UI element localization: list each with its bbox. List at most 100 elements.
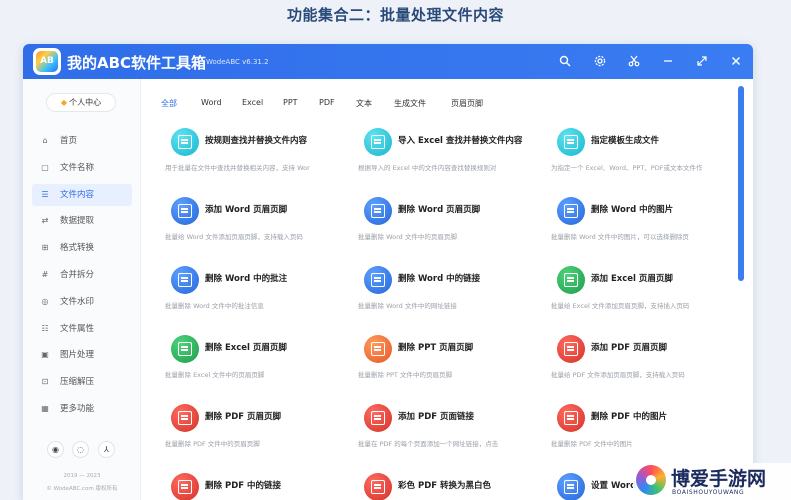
sidebar-item[interactable]: ☰ 文件内容: [32, 183, 132, 206]
more-icon: ▦: [41, 404, 49, 413]
feature-icon: [364, 404, 392, 432]
personal-center-label: 个人中心: [69, 98, 102, 107]
tab[interactable]: 生成文件: [394, 98, 426, 109]
sidebar-item[interactable]: ▣ 图片处理: [32, 344, 132, 366]
feature-card[interactable]: 删除 PDF 中的链接: [165, 470, 345, 500]
feature-title: 添加 PDF 页眉页脚: [591, 343, 668, 353]
pin-icon[interactable]: [661, 55, 675, 69]
scrollbar-thumb[interactable]: [738, 86, 744, 281]
feature-card[interactable]: 删除 Word 中的图片 批量删除 Word 文件中的图片，可以选择删除页: [551, 194, 731, 244]
feature-description: 根据导入的 Excel 中的文件内容查找替换规则对: [358, 164, 497, 172]
tab[interactable]: PPT: [283, 98, 298, 107]
feature-description: 批量删除 Word 文件中的网址链接: [358, 302, 457, 310]
resize-icon[interactable]: [695, 55, 709, 69]
sidebar-item-label: 图片处理: [60, 350, 95, 361]
tab[interactable]: Word: [201, 98, 222, 107]
sidebar-item-label: 压缩解压: [60, 377, 95, 388]
feature-card[interactable]: 删除 PPT 页眉页脚 批量删除 PPT 文件中的页眉页脚: [358, 332, 538, 382]
sidebar-item[interactable]: # 合并拆分: [32, 264, 132, 286]
document-glyph: [178, 411, 192, 425]
feature-icon: [557, 473, 585, 500]
sidebar-item[interactable]: ▢ 文件名称: [32, 157, 132, 179]
feature-icon: [171, 266, 199, 294]
tab[interactable]: PDF: [319, 98, 335, 107]
watermark-icon: ◎: [41, 296, 49, 306]
feature-description: 用于批量在文件中查找并替换相关内容，支持 Wor: [165, 164, 310, 172]
feature-card[interactable]: 添加 Word 页眉页脚 批量给 Word 文件添加页眉页脚，支持载入页码: [165, 194, 345, 244]
feature-card[interactable]: 删除 PDF 页眉页脚 批量删除 PDF 文件中的页眉页脚: [165, 401, 345, 451]
document-glyph: [371, 204, 385, 218]
app-logo-mark: AB: [36, 51, 58, 72]
document-glyph: [564, 135, 578, 149]
personal-center-button[interactable]: ◆ 个人中心: [46, 93, 116, 112]
feature-card[interactable]: 删除 Excel 页眉页脚批量删除 Excel 文件中的页眉页脚: [165, 332, 345, 382]
document-glyph: [371, 135, 385, 149]
support-icon[interactable]: ◉: [47, 441, 64, 458]
feature-card[interactable]: 删除 Word 页眉页脚 批量删除 Word 文件中的页眉页脚: [358, 194, 538, 244]
feature-icon: [557, 335, 585, 363]
site-watermark: 博爱手游网 BOAISHOUYOUWANG: [633, 463, 791, 500]
feature-icon: [364, 128, 392, 156]
feature-card[interactable]: 导入 Excel 查找并替换文件内容 根据导入的 Excel 中的文件内容查找替换…: [358, 125, 538, 175]
tab[interactable]: 全部: [161, 98, 177, 109]
sidebar-item-label: 数据提取: [60, 216, 95, 227]
sidebar-item[interactable]: ⊞ 格式转换: [32, 237, 132, 259]
feature-card[interactable]: 按规则查找并替换文件内容用于批量在文件中查找并替换相关内容，支持 Wor: [165, 125, 345, 175]
feature-card[interactable]: 删除 Word 中的批注批量删除 Word 文件中的批注信息: [165, 263, 345, 313]
feature-card[interactable]: 添加 PDF 页眉页脚 批量给 PDF 文件添加页眉页脚，支持载入页码: [551, 332, 731, 382]
watermark-name: 博爱手游网: [671, 468, 767, 490]
document-glyph: [371, 342, 385, 356]
sidebar-item[interactable]: ⊡ 压缩解压: [32, 371, 132, 393]
sidebar-item[interactable]: ⌂ 首页: [32, 130, 132, 152]
feature-description: 为指定一个 Excel、Word、PPT、PDF或文本文件作: [551, 164, 703, 172]
feature-card[interactable]: 指定模板生成文件为指定一个 Excel、Word、PPT、PDF或文本文件作: [551, 125, 731, 175]
sidebar-item-label: 格式转换: [60, 243, 95, 254]
feature-description: 批量删除 Excel 文件中的页眉页脚: [165, 371, 265, 379]
feature-card[interactable]: 删除 PDF 中的图片 批量删除 PDF 文件中的图片: [551, 401, 731, 451]
feature-icon: [171, 335, 199, 363]
feature-card[interactable]: 彩色 PDF 转换为黑白色: [358, 470, 538, 500]
document-glyph: [178, 204, 192, 218]
feature-icon: [364, 197, 392, 225]
search-icon[interactable]: [558, 55, 572, 69]
feature-title: 删除 PPT 页眉页脚: [398, 343, 474, 353]
feature-icon: [171, 473, 199, 500]
sidebar-item-label: 首页: [60, 136, 78, 146]
feature-icon: [557, 266, 585, 294]
feature-card[interactable]: 删除 Word 中的链接批量删除 Word 文件中的网址链接: [358, 263, 538, 313]
share-icon[interactable]: ⅄: [98, 441, 115, 458]
feature-title: 删除 Word 中的链接: [398, 274, 481, 284]
sidebar-item[interactable]: ⇄ 数据提取: [32, 210, 132, 232]
app-title: 我的ABC软件工具箱: [67, 54, 207, 72]
scissors-icon[interactable]: [627, 55, 641, 69]
app-logo: AB: [33, 48, 61, 75]
tab[interactable]: 页眉页脚: [451, 98, 483, 109]
document-glyph: [178, 342, 192, 356]
feature-title: 删除 Word 中的批注: [205, 274, 288, 284]
close-icon[interactable]: [729, 55, 743, 69]
sidebar-item-label: 文件水印: [60, 296, 95, 307]
sidebar-item-label: 文件名称: [60, 162, 95, 173]
feature-icon: [557, 197, 585, 225]
attribute-icon: ☷: [41, 323, 49, 333]
feature-description: 批量删除 Word 文件中的批注信息: [165, 302, 264, 310]
sidebar-item[interactable]: ◎ 文件水印: [32, 291, 132, 313]
tab[interactable]: Excel: [242, 98, 263, 107]
chat-icon[interactable]: ◌: [72, 441, 89, 458]
sidebar-item[interactable]: ▦ 更多功能: [32, 398, 132, 420]
crown-icon: ◆: [60, 98, 68, 107]
sidebar-item[interactable]: ☷ 文件属性: [32, 318, 132, 340]
feature-title: 指定模板生成文件: [591, 136, 660, 146]
gear-icon[interactable]: [593, 55, 607, 69]
feature-card[interactable]: 添加 Excel 页眉页脚 批量给 Excel 文件添加页眉页脚，支持插入页码: [551, 263, 731, 313]
feature-title: 删除 Word 中的图片: [591, 205, 674, 215]
feature-title: 删除 Excel 页眉页脚: [205, 343, 287, 353]
feature-title: 按规则查找并替换文件内容: [205, 136, 308, 146]
feature-icon: [557, 404, 585, 432]
tab[interactable]: 文本: [356, 98, 372, 109]
feature-card[interactable]: 添加 PDF 页面链接 批量在 PDF 的每个页面添加一个网址链接，点击: [358, 401, 538, 451]
document-glyph: [564, 342, 578, 356]
feature-icon: [171, 197, 199, 225]
feature-icon: [171, 404, 199, 432]
app-version: WodeABC v6.31.2: [206, 58, 269, 66]
